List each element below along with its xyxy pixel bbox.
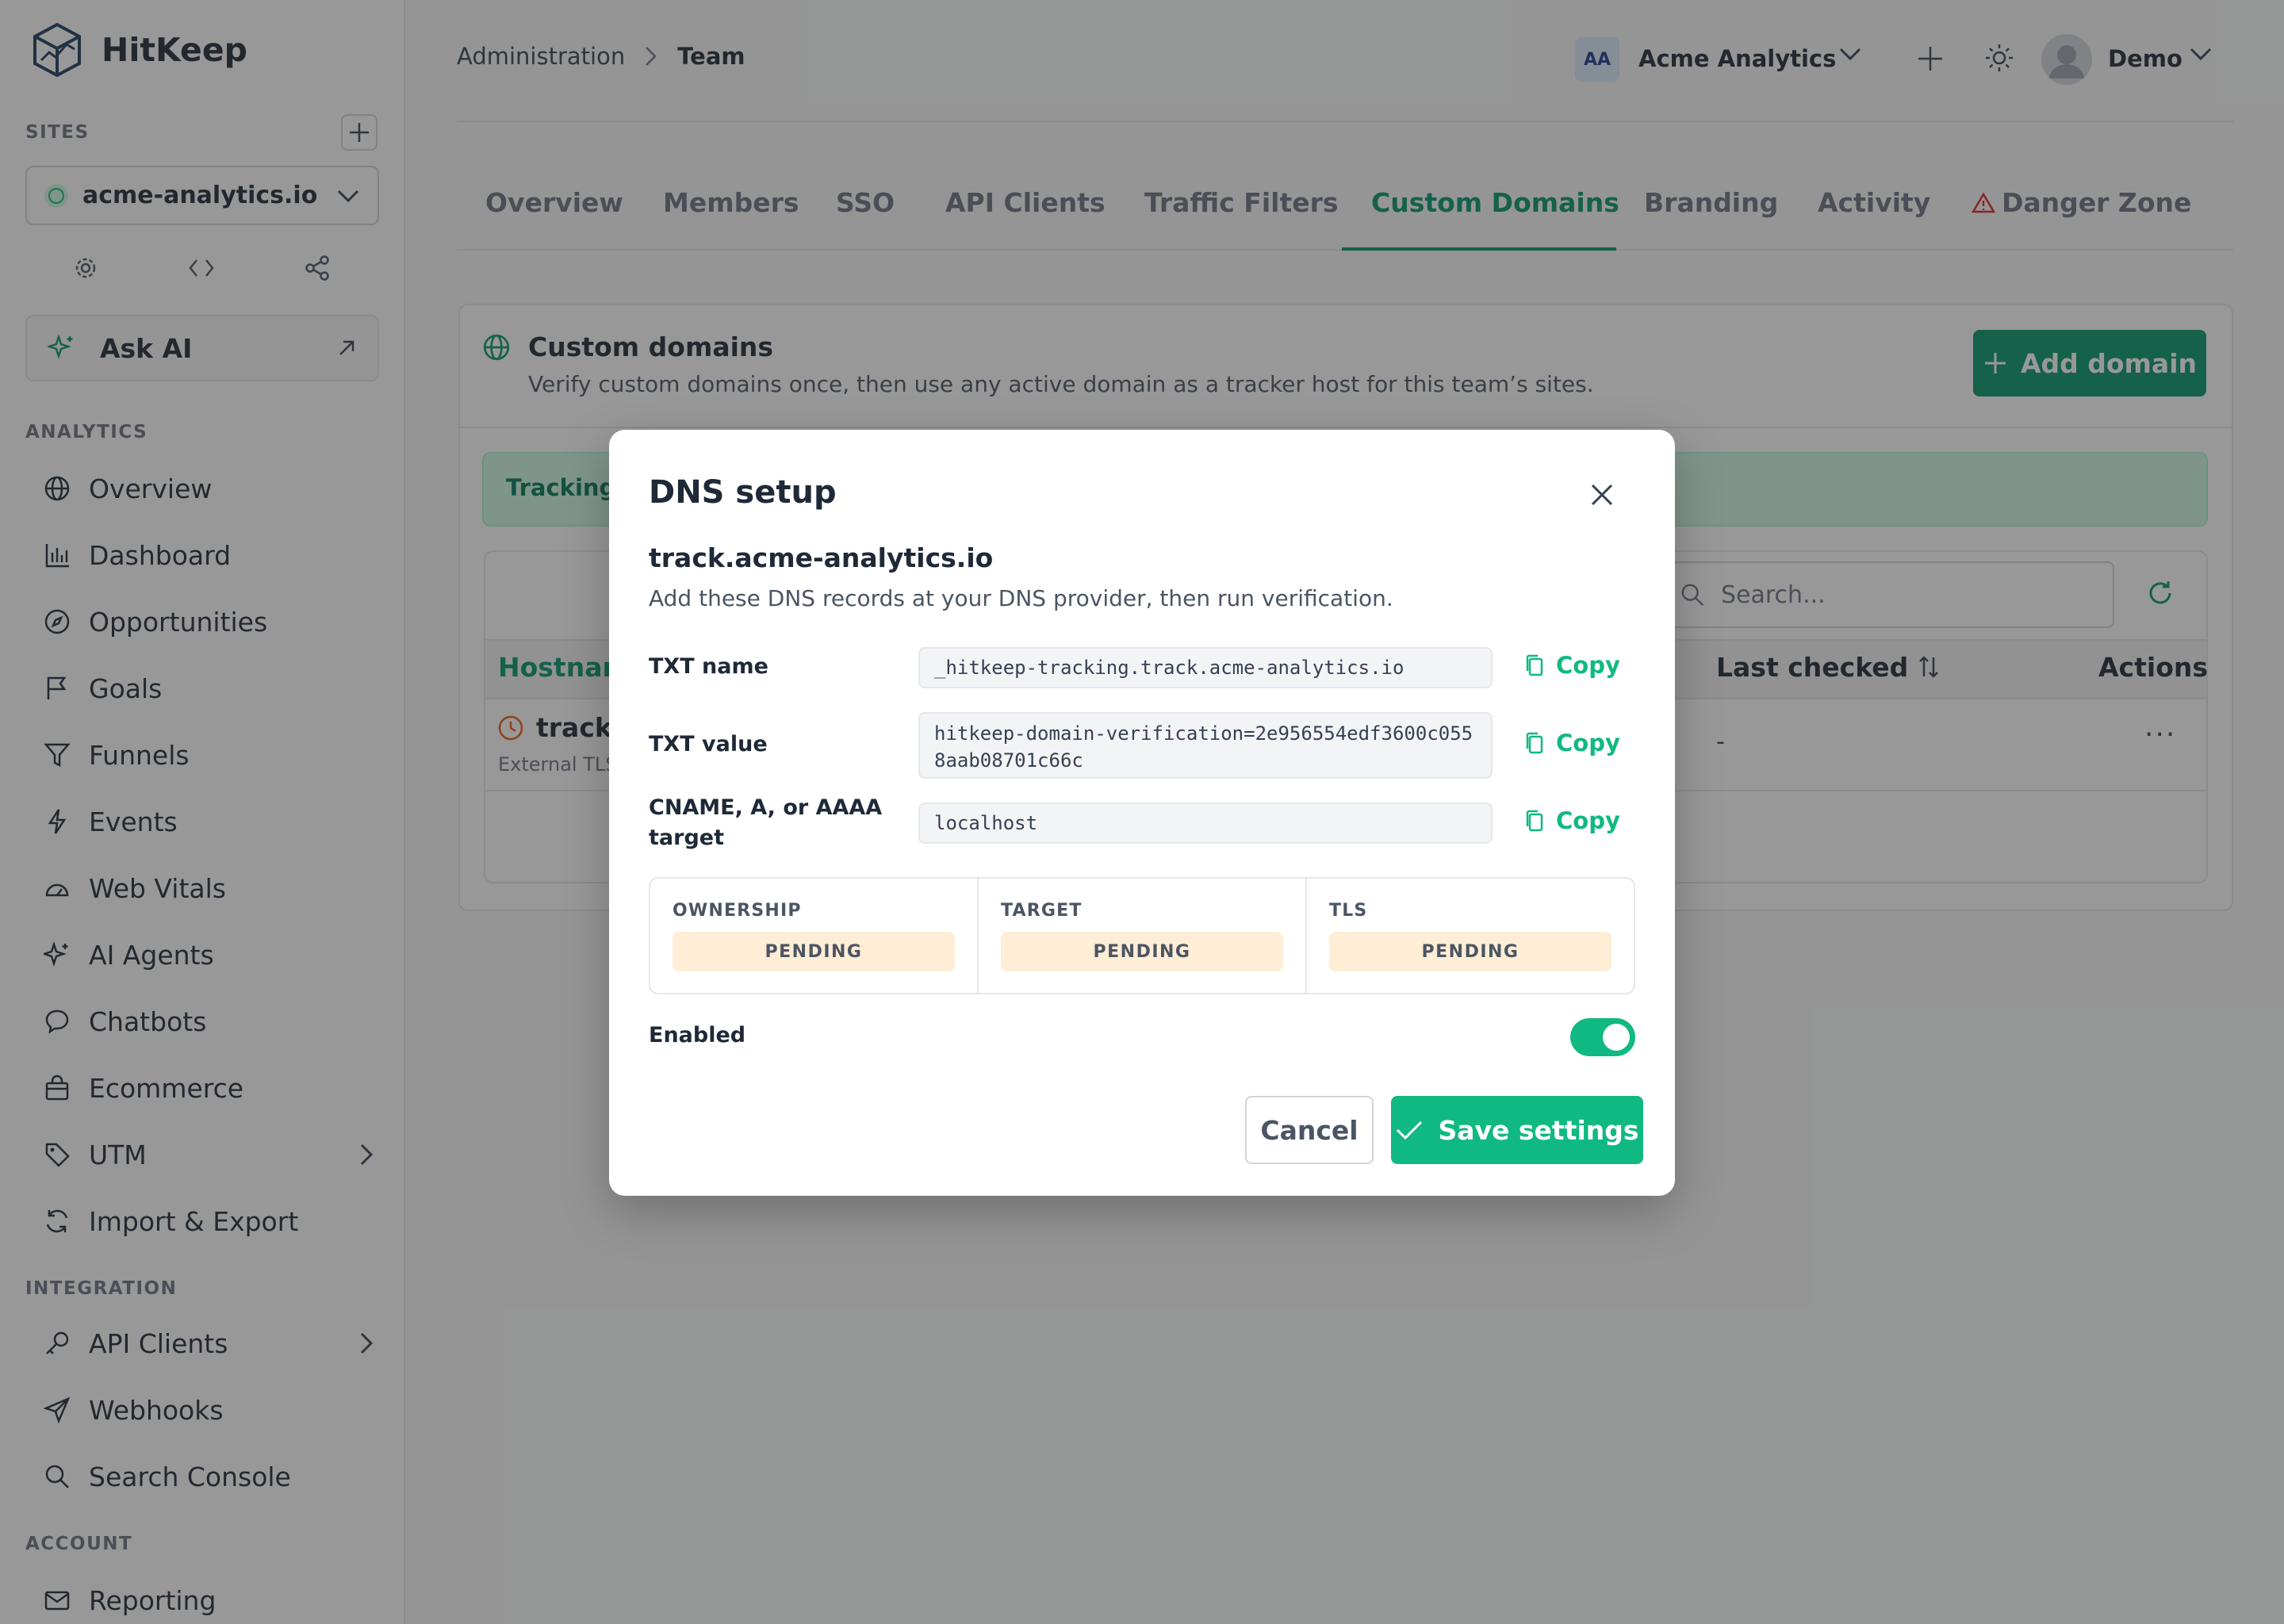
copy-txt-value-button[interactable]: Copy bbox=[1524, 730, 1620, 756]
txt-name-field[interactable]: _hitkeep-tracking.track.acme-analytics.i… bbox=[918, 647, 1493, 688]
save-settings-label: Save settings bbox=[1438, 1114, 1639, 1146]
dialog-description: Add these DNS records at your DNS provid… bbox=[649, 585, 1393, 611]
copy-label: Copy bbox=[1556, 652, 1620, 679]
cname-target-field[interactable]: localhost bbox=[918, 802, 1493, 844]
status-badge: PENDING bbox=[673, 932, 955, 971]
status-tls: TLS PENDING bbox=[1307, 879, 1634, 993]
status-label: TARGET bbox=[1001, 901, 1083, 921]
close-icon[interactable] bbox=[1585, 477, 1619, 512]
dialog-title: DNS setup bbox=[649, 474, 837, 511]
copy-icon bbox=[1526, 654, 1543, 676]
record-label-cname-target: CNAME, A, or AAAA target bbox=[649, 795, 883, 850]
copy-icon bbox=[1526, 810, 1543, 832]
copy-cname-target-button[interactable]: Copy bbox=[1524, 807, 1620, 834]
status-label: OWNERSHIP bbox=[673, 901, 802, 921]
copy-icon bbox=[1526, 732, 1543, 754]
record-label-txt-name: TXT name bbox=[649, 654, 768, 679]
dns-setup-dialog: DNS setup track.acme-analytics.io Add th… bbox=[609, 430, 1675, 1196]
copy-label: Copy bbox=[1556, 807, 1620, 834]
status-target: TARGET PENDING bbox=[979, 879, 1307, 993]
copy-label: Copy bbox=[1556, 730, 1620, 756]
enabled-label: Enabled bbox=[649, 1023, 746, 1048]
txt-value-field[interactable]: hitkeep-domain-verification=2e956554edf3… bbox=[918, 712, 1493, 779]
save-settings-button[interactable]: Save settings bbox=[1391, 1096, 1643, 1164]
check-icon bbox=[1397, 1120, 1423, 1140]
status-badge: PENDING bbox=[1329, 932, 1611, 971]
enabled-toggle[interactable] bbox=[1570, 1018, 1635, 1056]
verification-status-grid: OWNERSHIP PENDING TARGET PENDING TLS PEN… bbox=[649, 877, 1635, 994]
status-badge: PENDING bbox=[1001, 932, 1283, 971]
dialog-hostname: track.acme-analytics.io bbox=[649, 542, 994, 573]
status-ownership: OWNERSHIP PENDING bbox=[650, 879, 979, 993]
copy-txt-name-button[interactable]: Copy bbox=[1524, 652, 1620, 679]
cancel-button[interactable]: Cancel bbox=[1245, 1096, 1374, 1164]
status-label: TLS bbox=[1329, 901, 1368, 921]
record-label-txt-value: TXT value bbox=[649, 732, 768, 756]
